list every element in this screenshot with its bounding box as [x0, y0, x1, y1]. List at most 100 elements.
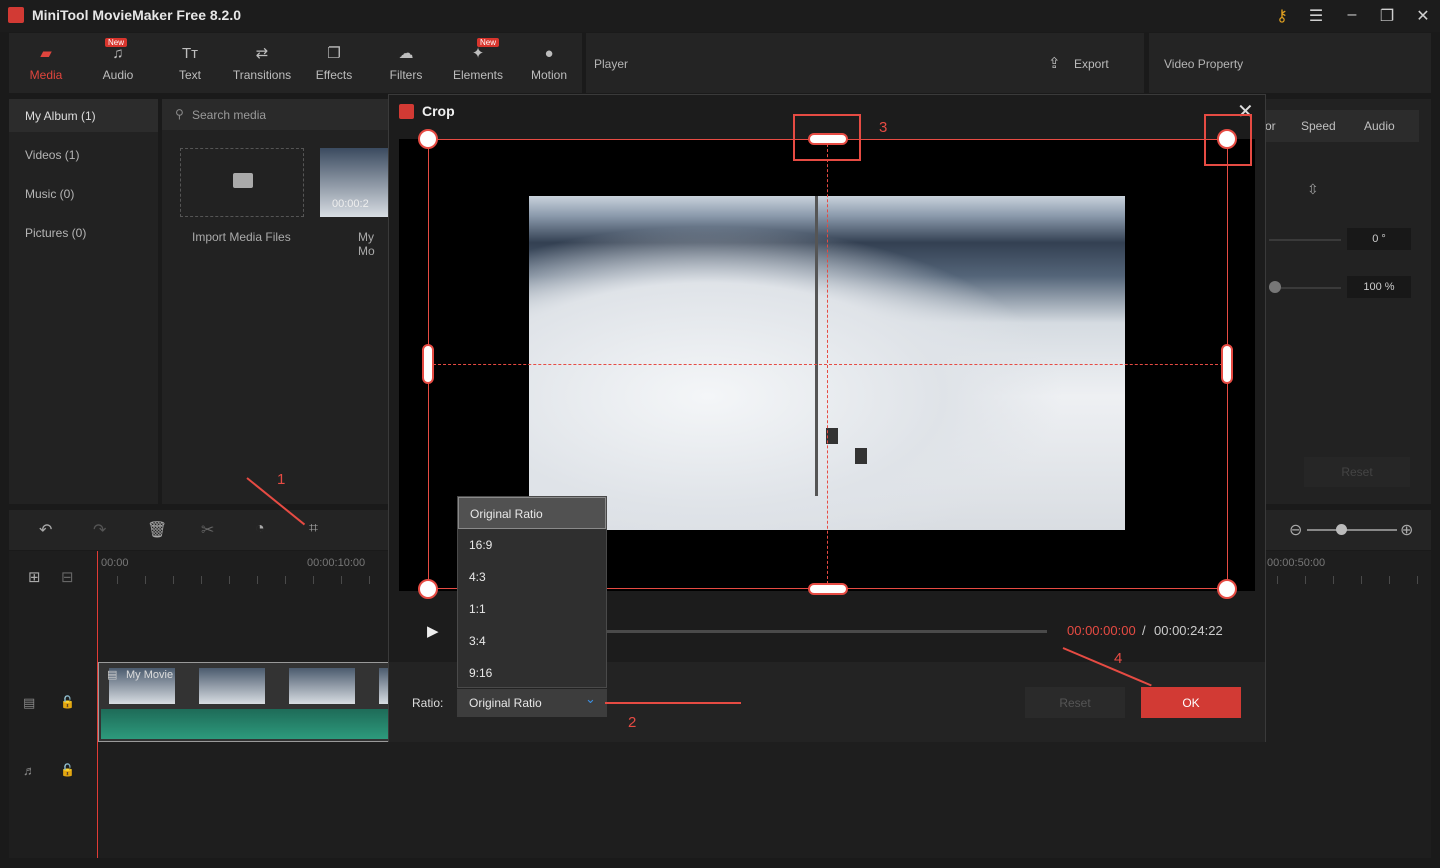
- crop-handle-top-left[interactable]: [418, 129, 438, 149]
- crop-dialog-logo-icon: [399, 104, 414, 119]
- minimize-icon[interactable]: –: [1342, 6, 1362, 24]
- zoom-slider-handle[interactable]: [1336, 524, 1347, 535]
- annotation-box-3: [793, 114, 861, 161]
- ratio-dropdown[interactable]: Original Ratio ⌄: [457, 689, 607, 717]
- time-separator: /: [1142, 623, 1146, 638]
- time-current: 00:00:00:00: [1067, 623, 1136, 638]
- tool-motion[interactable]: ● Motion: [514, 33, 584, 93]
- playback-progress[interactable]: [607, 630, 1047, 633]
- tool-effects[interactable]: ❐ Effects: [299, 33, 369, 93]
- playhead[interactable]: [97, 551, 98, 858]
- rotation-slider[interactable]: [1269, 239, 1341, 241]
- tool-transitions-label: Transitions: [232, 68, 292, 82]
- redo-icon[interactable]: ↷: [93, 520, 106, 540]
- tool-media[interactable]: ▰ Media: [11, 33, 81, 93]
- tab-audio[interactable]: Audio: [1364, 119, 1395, 133]
- album-item-music[interactable]: Music (0): [9, 177, 158, 210]
- crop-handle-left[interactable]: [422, 344, 434, 384]
- tool-panel: ▰ Media ♫ Audio New Tт Text ⇄ Transition…: [9, 33, 582, 93]
- annotation-arrow-2: [605, 702, 741, 704]
- property-header: Video Property: [1149, 33, 1431, 93]
- tool-audio-label: Audio: [102, 68, 134, 82]
- clip-frame: [289, 668, 355, 704]
- motion-icon: ●: [544, 45, 554, 62]
- tool-text-label: Text: [178, 68, 201, 82]
- tab-speed[interactable]: Speed: [1301, 119, 1336, 133]
- speed-icon[interactable]: ◔: [255, 520, 265, 538]
- elements-icon: ✦: [471, 45, 485, 62]
- timeline-clip[interactable]: ▤ My Movie: [98, 662, 398, 742]
- crop-handle-bottom-right[interactable]: [1217, 579, 1237, 599]
- tool-motion-label: Motion: [530, 68, 568, 82]
- album-sidebar: My Album (1) Videos (1) Music (0) Pictur…: [9, 99, 158, 504]
- import-media-button[interactable]: [180, 148, 304, 217]
- annotation-number-2: 2: [628, 714, 637, 731]
- maximize-icon[interactable]: ❐: [1377, 6, 1397, 26]
- album-item-videos[interactable]: Videos (1): [9, 138, 158, 171]
- flip-vertical-icon[interactable]: ⇳: [1307, 181, 1319, 198]
- effects-icon: ❐: [327, 45, 341, 62]
- title-bar: MiniTool MovieMaker Free 8.2.0 ⚷ ☰ – ❐ ✕: [0, 0, 1440, 32]
- ratio-option-1-1[interactable]: 1:1: [458, 593, 606, 625]
- crop-handle-bottom[interactable]: [808, 583, 848, 595]
- tool-effects-label: Effects: [315, 68, 353, 82]
- filters-icon: ☁: [398, 45, 414, 62]
- crop-icon[interactable]: ⌗: [309, 520, 318, 538]
- video-lock-icon[interactable]: 🔓: [60, 695, 75, 709]
- ratio-option-3-4[interactable]: 3:4: [458, 625, 606, 657]
- ratio-option-4-3[interactable]: 4:3: [458, 561, 606, 593]
- tool-text[interactable]: Tт Text: [155, 33, 225, 93]
- album-item-pictures[interactable]: Pictures (0): [9, 216, 158, 249]
- tool-transitions[interactable]: ⇄ Transitions: [227, 33, 297, 93]
- export-button[interactable]: Export: [1074, 57, 1109, 71]
- rotation-value[interactable]: 0 °: [1347, 228, 1411, 250]
- transitions-icon: ⇄: [255, 45, 269, 62]
- audio-waveform: [101, 709, 397, 739]
- ratio-option-9-16[interactable]: 9:16: [458, 657, 606, 689]
- ratio-menu: Original Ratio 16:9 4:3 1:1 3:4 9:16: [457, 496, 607, 688]
- undo-icon[interactable]: ↶: [39, 520, 52, 540]
- album-item-my-album[interactable]: My Album (1): [9, 99, 158, 132]
- delete-icon[interactable]: 🗑: [147, 520, 167, 540]
- new-badge: New: [477, 38, 500, 47]
- crop-dialog-title: Crop: [422, 103, 455, 119]
- annotation-number-3: 3: [879, 119, 888, 136]
- clip-frame: [199, 668, 265, 704]
- crop-handle-bottom-left[interactable]: [418, 579, 438, 599]
- import-media-label: Import Media Files: [192, 230, 291, 244]
- menu-icon[interactable]: ☰: [1306, 6, 1326, 26]
- player-header: Player ⇪ Export: [586, 33, 1144, 93]
- annotation-box-corner: [1204, 114, 1252, 166]
- tool-filters[interactable]: ☁ Filters: [371, 33, 441, 93]
- close-app-icon[interactable]: ✕: [1413, 6, 1433, 26]
- property-reset-button[interactable]: Reset: [1304, 457, 1410, 487]
- app-logo-icon: [8, 7, 24, 23]
- film-icon: ▤: [107, 669, 118, 681]
- tab-color[interactable]: or: [1265, 119, 1276, 133]
- ratio-option-16-9[interactable]: 16:9: [458, 529, 606, 561]
- crop-handle-right[interactable]: [1221, 344, 1233, 384]
- media-clip-label: My Mo: [358, 230, 375, 258]
- zoom-in-icon[interactable]: ⊕: [1400, 520, 1413, 540]
- zoom-out-icon[interactable]: ⊖: [1289, 520, 1302, 540]
- split-icon[interactable]: ✂: [201, 520, 214, 540]
- scale-value[interactable]: 100 %: [1347, 276, 1411, 298]
- audio-lock-icon[interactable]: 🔓: [60, 763, 75, 777]
- remove-track-icon[interactable]: ⊟: [61, 568, 74, 586]
- media-library: Search media ⚲ Import Media Files 00:00:…: [162, 99, 395, 504]
- player-title: Player: [594, 57, 629, 71]
- add-track-icon[interactable]: ⊞: [28, 568, 41, 586]
- app-title: MiniTool MovieMaker Free 8.2.0: [32, 7, 242, 23]
- property-title: Video Property: [1164, 57, 1244, 71]
- ok-button[interactable]: OK: [1141, 687, 1241, 718]
- ratio-option-original[interactable]: Original Ratio: [458, 497, 606, 529]
- ratio-dropdown-value: Original Ratio: [469, 696, 542, 710]
- key-icon[interactable]: ⚷: [1272, 6, 1292, 26]
- crop-reset-button[interactable]: Reset: [1025, 687, 1125, 718]
- search-input[interactable]: Search media: [162, 99, 392, 130]
- play-icon[interactable]: ▶: [427, 622, 439, 640]
- video-track-icon: ▤: [23, 695, 36, 710]
- tool-filters-label: Filters: [389, 68, 423, 82]
- zoom-slider[interactable]: [1307, 529, 1397, 531]
- scale-slider-handle[interactable]: [1269, 281, 1281, 293]
